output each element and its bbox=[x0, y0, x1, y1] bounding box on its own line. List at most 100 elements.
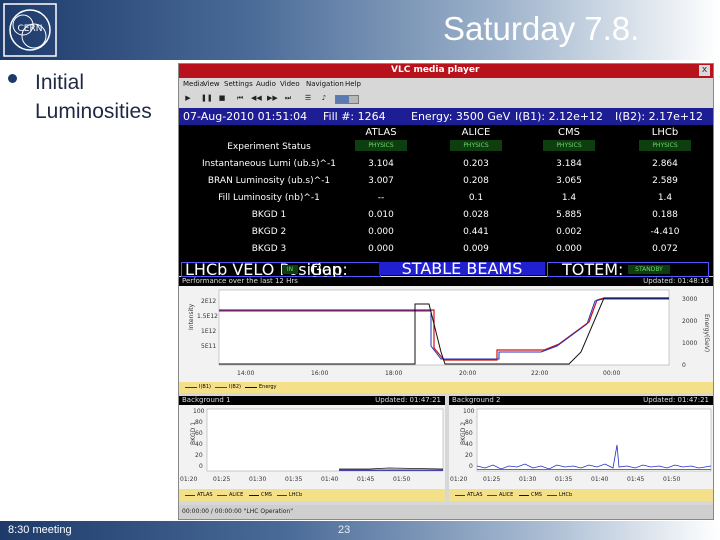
col-lhcb: LHCb bbox=[651, 127, 679, 138]
bg1-xtick: 01:35 bbox=[285, 476, 302, 483]
perf-xtick: 00:00 bbox=[603, 370, 620, 377]
bullet-text: Initial Luminosities bbox=[35, 71, 152, 123]
legend-alice: ALICE bbox=[499, 492, 514, 498]
bg1-ytick: 40 bbox=[195, 441, 203, 448]
bg2-ytick: 100 bbox=[463, 408, 475, 415]
table-cell: 0.028 bbox=[463, 210, 489, 220]
table-cell: 0.441 bbox=[463, 227, 489, 237]
velo-position: LHCb VELO Position IN Gap: 28.0 mm bbox=[181, 262, 381, 304]
slide-footer bbox=[0, 521, 720, 540]
table-cell: -4.410 bbox=[650, 227, 680, 237]
perf-ytick-right: 0 bbox=[682, 362, 686, 369]
perf-ylabel-left: Intensity bbox=[188, 303, 195, 330]
col-alice: ALICE bbox=[461, 127, 491, 138]
perf-legend: I(B1) I(B2) Energy bbox=[179, 382, 713, 393]
close-icon[interactable]: x bbox=[699, 65, 710, 76]
bg1-titlebar: Background 1 Updated: 01:47:21 bbox=[179, 396, 445, 405]
bg2-ytick: 80 bbox=[465, 419, 473, 426]
bg1-ytick: 20 bbox=[195, 452, 203, 459]
bg2-xtick: 01:50 bbox=[663, 476, 680, 483]
window-titlebar[interactable]: VLC media player x bbox=[179, 64, 713, 78]
menu-help[interactable]: Help bbox=[345, 80, 361, 88]
totem-status: TOTEM: STANDBY bbox=[547, 260, 709, 279]
table-cell: 1.4 bbox=[657, 193, 673, 203]
slide-title: Saturday 7.8. bbox=[443, 10, 640, 47]
table-cell: 0.208 bbox=[463, 176, 489, 186]
speaker-icon[interactable]: ♪ bbox=[319, 94, 329, 103]
beam-mode-banner: STABLE BEAMS bbox=[379, 261, 545, 277]
next-icon[interactable]: ⏭ bbox=[283, 94, 293, 103]
perf-ytick: 2E12 bbox=[201, 298, 216, 305]
menu-audio[interactable]: Audio bbox=[256, 80, 276, 88]
menu-settings[interactable]: Settings bbox=[224, 80, 253, 88]
status-badge: PHYSICS bbox=[639, 140, 691, 151]
background1-panel: Background 1 Updated: 01:47:21 BKGD 1 10… bbox=[179, 396, 445, 501]
playlist-icon[interactable]: ☰ bbox=[303, 94, 313, 103]
performance-panel: Performance over the last 12 Hrs Updated… bbox=[179, 277, 713, 393]
menu-media[interactable]: Media bbox=[183, 80, 204, 88]
perf-ytick: 1.5E12 bbox=[197, 313, 218, 320]
bg1-ytick: 100 bbox=[193, 408, 205, 415]
bg2-ytick: 20 bbox=[465, 452, 473, 459]
table-cell: 2.589 bbox=[652, 176, 678, 186]
legend-b1: I(B1) bbox=[199, 384, 211, 390]
pause-icon[interactable]: ❚❚ bbox=[201, 94, 213, 103]
perf-titlebar: Performance over the last 12 Hrs Updated… bbox=[179, 277, 713, 286]
background2-chart: BKGD 2 100 80 60 40 20 0 01:20 01:25 01:… bbox=[450, 408, 712, 483]
lhc-page1: 07-Aug-2010 01:51:04 Fill #: 1264 Energy… bbox=[179, 108, 713, 276]
perf-ytick: 5E11 bbox=[201, 343, 216, 350]
legend-atlas: ATLAS bbox=[197, 492, 213, 498]
vlc-window: VLC media player x Media View Settings A… bbox=[178, 63, 714, 520]
toolbar: ▶ ❚❚ ■ ⏮ ◀◀ ▶▶ ⏭ ☰ ♪ bbox=[179, 91, 713, 107]
row-label-inst-lumi: Instantaneous Lumi (ub.s)^-1 bbox=[201, 159, 337, 169]
bg1-ytick: 0 bbox=[199, 463, 203, 470]
menu-video[interactable]: Video bbox=[280, 80, 300, 88]
previous-icon[interactable]: ⏮ bbox=[235, 94, 245, 103]
bg1-xtick: 01:25 bbox=[213, 476, 230, 483]
col-atlas: ATLAS bbox=[365, 127, 397, 138]
col-cms: CMS bbox=[558, 127, 580, 138]
volume-slider[interactable] bbox=[335, 95, 359, 104]
background2-panel: Background 2 Updated: 01:47:21 BKGD 2 10… bbox=[449, 396, 713, 501]
rewind-icon[interactable]: ◀◀ bbox=[251, 94, 262, 103]
playback-status-bar: 00:00:00 / 00:00:00 "LHC Operation" bbox=[179, 505, 713, 519]
perf-ytick-right: 3000 bbox=[682, 296, 697, 303]
bg1-xtick: 01:40 bbox=[321, 476, 338, 483]
footer-meeting: 8:30 meeting bbox=[8, 524, 72, 536]
page-number: 23 bbox=[338, 524, 351, 536]
forward-icon[interactable]: ▶▶ bbox=[267, 94, 278, 103]
play-icon[interactable]: ▶ bbox=[183, 94, 193, 103]
performance-chart: Intensity Energy(GeV) 2E12 1.5E12 1E12 5… bbox=[188, 289, 710, 377]
bg2-title: Background 2 bbox=[452, 396, 501, 404]
status-badge: PHYSICS bbox=[543, 140, 595, 151]
row-label-bkgd1: BKGD 1 bbox=[251, 210, 287, 220]
menu-view[interactable]: View bbox=[203, 80, 220, 88]
status-badge: PHYSICS bbox=[450, 140, 502, 151]
bg1-ytick: 60 bbox=[195, 430, 203, 437]
bg2-ytick: 40 bbox=[465, 441, 473, 448]
svg-text:CERN: CERN bbox=[18, 24, 43, 34]
table-cell: 0.203 bbox=[463, 159, 489, 169]
table-cell: 2.864 bbox=[652, 159, 678, 169]
perf-ytick-right: 1000 bbox=[682, 340, 697, 347]
cern-logo: CERN bbox=[3, 3, 57, 57]
menu-navigation[interactable]: Navigation bbox=[306, 80, 344, 88]
perf-ytick-right: 2000 bbox=[682, 318, 697, 325]
table-cell: 0.188 bbox=[652, 210, 678, 220]
bg2-xtick: 01:25 bbox=[483, 476, 500, 483]
intensity-b1: I(B1): 2.12e+12 bbox=[515, 110, 604, 123]
bg1-xtick: 01:50 bbox=[393, 476, 410, 483]
bg1-legend: ATLAS ALICE CMS LHCb bbox=[179, 489, 445, 501]
stop-icon[interactable]: ■ bbox=[217, 94, 227, 103]
legend-lhcb: LHCb bbox=[559, 492, 573, 498]
perf-xtick: 18:00 bbox=[385, 370, 402, 377]
table-cell: 0.002 bbox=[556, 227, 582, 237]
legend-energy: Energy bbox=[259, 384, 277, 390]
perf-title: Performance over the last 12 Hrs bbox=[182, 277, 298, 285]
totem-label: TOTEM: bbox=[562, 260, 624, 279]
bg2-ytick: 0 bbox=[469, 463, 473, 470]
bg2-updated: Updated: 01:47:21 bbox=[643, 396, 709, 404]
row-label-bkgd3: BKGD 3 bbox=[251, 244, 287, 254]
bg1-title: Background 1 bbox=[182, 396, 231, 404]
bg2-legend: ATLAS ALICE CMS LHCb bbox=[449, 489, 713, 501]
